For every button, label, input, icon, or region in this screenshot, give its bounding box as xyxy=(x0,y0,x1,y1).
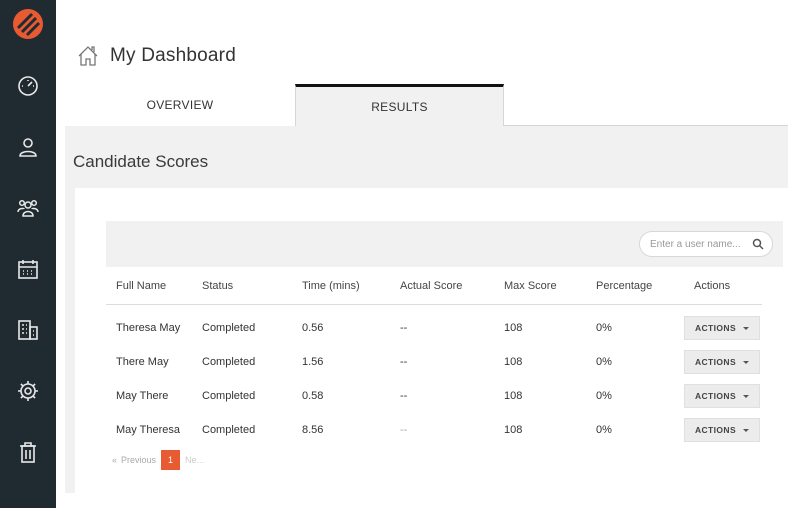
trash-icon[interactable] xyxy=(16,440,40,464)
cell-max-score: 108 xyxy=(504,356,523,368)
cell-percentage: 0% xyxy=(596,424,612,436)
cell-actual-score: -- xyxy=(400,322,408,334)
cell-actual-score: -- xyxy=(400,424,408,436)
search-box xyxy=(639,231,773,257)
column-header-full-name[interactable]: Full Name xyxy=(116,280,166,292)
scores-table: Full Name Status Time (mins) Actual Scor… xyxy=(106,267,762,447)
cell-full-name: There May xyxy=(116,356,169,368)
pagination-previous[interactable]: « Previous xyxy=(112,455,156,465)
tab-overview[interactable]: OVERVIEW xyxy=(65,84,295,126)
cell-status: Completed xyxy=(202,356,256,368)
cell-status: Completed xyxy=(202,424,256,436)
actions-label: ACTIONS xyxy=(694,425,737,435)
cell-full-name: Theresa May xyxy=(116,322,181,334)
cell-full-name: May Theresa xyxy=(116,424,180,436)
calendar-icon[interactable] xyxy=(16,257,40,281)
column-header-actual-score[interactable]: Actual Score xyxy=(400,280,462,292)
cell-percentage: 0% xyxy=(596,356,612,368)
cell-percentage: 0% xyxy=(596,322,612,334)
table-row: Theresa May Completed 0.56 -- 108 0% ACT… xyxy=(106,311,762,345)
pagination-next[interactable]: Ne... xyxy=(185,455,204,465)
column-header-actions: Actions xyxy=(694,280,731,292)
sidebar xyxy=(0,0,56,508)
cell-full-name: May There xyxy=(116,390,169,402)
tab-results[interactable]: RESULTS xyxy=(295,84,504,126)
search-input[interactable] xyxy=(650,238,750,250)
actions-label: ACTIONS xyxy=(694,357,737,367)
gear-icon[interactable] xyxy=(16,379,40,403)
table-row: May Theresa Completed 8.56 -- 108 0% ACT… xyxy=(106,413,762,447)
cell-percentage: 0% xyxy=(596,390,612,402)
home-icon xyxy=(78,46,98,66)
table-row: May There Completed 0.58 -- 108 0% ACTIO… xyxy=(106,379,762,413)
brand-logo[interactable] xyxy=(12,8,44,40)
cell-actual-score: -- xyxy=(400,356,408,368)
cell-status: Completed xyxy=(202,390,256,402)
cell-time: 1.56 xyxy=(302,356,324,368)
cell-time: 8.56 xyxy=(302,424,324,436)
column-header-max-score[interactable]: Max Score xyxy=(504,280,557,292)
cell-max-score: 108 xyxy=(504,424,523,436)
pagination: « Previous 1 Ne... xyxy=(112,450,204,470)
cell-max-score: 108 xyxy=(504,390,523,402)
actions-label: ACTIONS xyxy=(694,323,737,333)
actions-dropdown-button[interactable]: ACTIONS xyxy=(684,418,760,442)
table-toolbar xyxy=(106,221,783,267)
double-chevron-left-icon: « xyxy=(112,455,118,465)
tab-bar: OVERVIEW RESULTS xyxy=(65,84,788,126)
actions-dropdown-button[interactable]: ACTIONS xyxy=(684,350,760,374)
user-icon[interactable] xyxy=(16,135,40,159)
speedometer-icon[interactable] xyxy=(16,74,40,98)
cell-status: Completed xyxy=(202,322,256,334)
column-header-time[interactable]: Time (mins) xyxy=(302,280,360,292)
cell-time: 0.58 xyxy=(302,390,324,402)
section-title: Candidate Scores xyxy=(73,152,209,171)
actions-label: ACTIONS xyxy=(694,391,737,401)
building-icon[interactable] xyxy=(16,318,40,342)
page-title: My Dashboard xyxy=(110,45,236,66)
table-row: There May Completed 1.56 -- 108 0% ACTIO… xyxy=(106,345,762,379)
users-icon[interactable] xyxy=(16,196,40,220)
table-header-row: Full Name Status Time (mins) Actual Scor… xyxy=(106,267,762,305)
actions-dropdown-button[interactable]: ACTIONS xyxy=(684,316,760,340)
cell-time: 0.56 xyxy=(302,322,324,334)
actions-dropdown-button[interactable]: ACTIONS xyxy=(684,384,760,408)
main-content: My Dashboard OVERVIEW RESULTS Candidate … xyxy=(56,0,795,508)
page-header: My Dashboard xyxy=(76,40,236,72)
pagination-page-current[interactable]: 1 xyxy=(161,450,181,470)
caret-down-icon xyxy=(743,360,750,364)
caret-down-icon xyxy=(743,326,750,330)
caret-down-icon xyxy=(743,394,750,398)
column-header-status[interactable]: Status xyxy=(202,280,233,292)
column-header-percentage[interactable]: Percentage xyxy=(596,280,652,292)
search-icon[interactable] xyxy=(752,238,764,250)
cell-max-score: 108 xyxy=(504,322,523,334)
cell-actual-score: -- xyxy=(400,390,408,402)
previous-label: Previous xyxy=(121,455,157,465)
caret-down-icon xyxy=(743,428,750,432)
